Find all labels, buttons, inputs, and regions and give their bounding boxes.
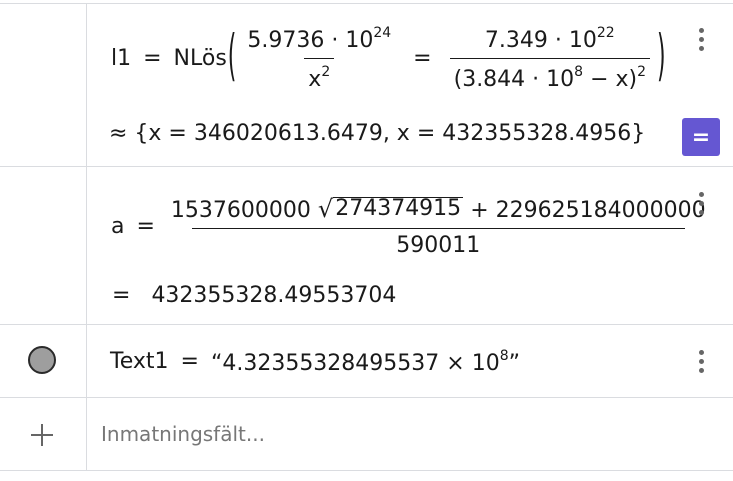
l1-definition[interactable]: l1 = NLös ( 5.9736 · 1024 x2 = 7.349 · 1… [111, 26, 667, 91]
a-denominator: 590011 [191, 228, 685, 257]
left-numerator: 5.9736 · 1024 [247, 25, 392, 53]
algebra-row-l1[interactable]: l1 = NLös ( 5.9736 · 1024 x2 = 7.349 · 1… [0, 4, 733, 167]
algebra-row-a[interactable]: a = 1537600000 √ 274374915 + 229625184000… [0, 167, 733, 325]
right-fraction: 7.349 · 1022 (3.844 · 108 − x)2 [449, 25, 651, 91]
more-options-icon[interactable] [689, 22, 713, 56]
a-name: a [111, 214, 125, 239]
equals-sign: = [143, 45, 162, 71]
text1-name: Text1 [110, 349, 169, 374]
l1-name: l1 [111, 45, 132, 71]
sqrt-expression: √ 274374915 [317, 195, 464, 223]
equals-sign: = [136, 214, 155, 239]
input-bar[interactable] [101, 417, 681, 451]
a-definition[interactable]: a = 1537600000 √ 274374915 + 229625184000… [111, 197, 716, 257]
a-result: = 432355328.49553704 [112, 283, 396, 308]
input-row[interactable] [0, 398, 733, 471]
algebra-row-text1[interactable]: Text1 = “4.32355328495537 × 108” [0, 325, 733, 398]
right-denominator: (3.844 · 108 − x)2 [449, 58, 651, 91]
more-options-icon[interactable] [689, 186, 713, 220]
left-denominator: x2 [304, 58, 335, 91]
visibility-toggle-icon[interactable] [28, 346, 56, 374]
open-paren: ( [227, 26, 237, 89]
l1-result: ≈ {x = 346020613.6479, x = 432355328.495… [109, 121, 646, 146]
text1-value: “4.32355328495537 × 108” [210, 348, 521, 376]
numeric-toggle-button[interactable]: = [682, 118, 720, 156]
result-equals: = [112, 283, 131, 308]
command-name: NLös [173, 45, 227, 71]
a-fraction: 1537600000 √ 274374915 + 229625184000000 … [167, 197, 710, 257]
equals-sign: = [413, 45, 432, 71]
close-paren: ) [657, 26, 666, 89]
algebra-view: l1 = NLös ( 5.9736 · 1024 x2 = 7.349 · 1… [0, 0, 733, 481]
add-item-icon[interactable] [29, 422, 55, 448]
equals-sign: = [180, 349, 199, 374]
a-result-value: 432355328.49553704 [151, 283, 397, 308]
right-numerator: 7.349 · 1022 [484, 25, 615, 53]
text1-definition[interactable]: Text1 = “4.32355328495537 × 108” [110, 349, 520, 375]
more-options-icon[interactable] [689, 344, 713, 378]
a-numerator: 1537600000 √ 274374915 + 229625184000000 [170, 195, 706, 223]
left-fraction: 5.9736 · 1024 x2 [243, 26, 395, 91]
